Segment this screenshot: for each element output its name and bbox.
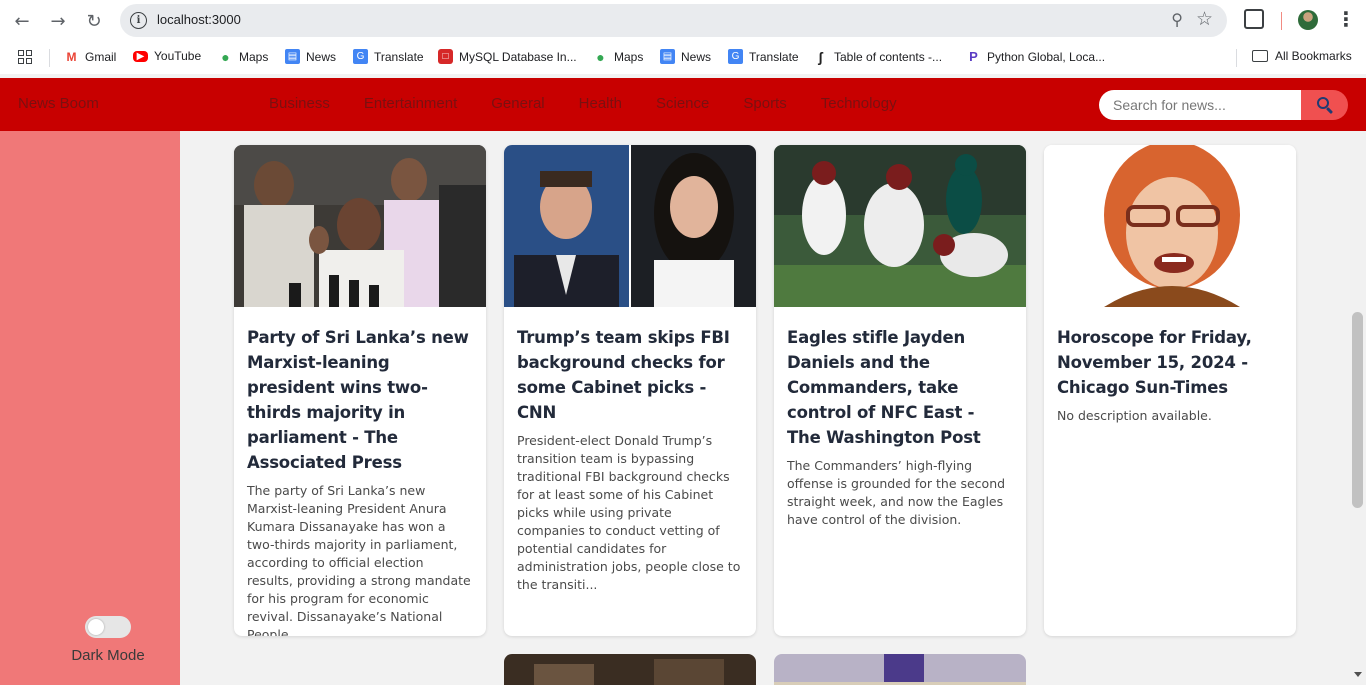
bookmark-label: Gmail <box>85 49 117 64</box>
bookmarks-divider-2 <box>1236 49 1237 67</box>
maps-icon: ● <box>218 49 233 65</box>
bookmark-translate-2[interactable]: G Translate <box>728 49 799 64</box>
search-icon <box>1316 97 1329 109</box>
maps-icon: ● <box>593 49 608 65</box>
article-description: The party of Sri Lanka’s new Marxist-lea… <box>247 483 471 636</box>
nav-science[interactable]: Science <box>656 95 709 112</box>
search-form <box>1099 90 1348 120</box>
nav-health[interactable]: Health <box>579 95 622 112</box>
bookmark-maps[interactable]: ● Maps <box>218 49 269 65</box>
article-description: No description available. <box>1057 408 1212 423</box>
bookmark-label: Maps <box>614 49 644 64</box>
article-image[interactable] <box>234 145 486 307</box>
browser-toolbar: ← → ↻ i localhost:3000 ⚲ ☆ ⋮ <box>0 0 1366 40</box>
app-navbar: News Boom Business Entertainment General… <box>0 78 1366 131</box>
bookmark-maps-2[interactable]: ● Maps <box>593 49 644 65</box>
nav-general[interactable]: General <box>491 95 544 112</box>
news-card[interactable]: Eagles stifle Jayden Daniels and the Com… <box>774 145 1026 636</box>
search-input[interactable] <box>1099 90 1309 120</box>
address-bar[interactable]: i localhost:3000 ⚲ ☆ <box>120 4 1227 37</box>
bookmark-label: Maps <box>239 49 269 64</box>
extensions-icon[interactable] <box>1244 9 1264 29</box>
news-icon: ▤ <box>660 49 675 64</box>
translate-icon: G <box>353 49 368 64</box>
reload-icon[interactable]: ↻ <box>81 8 107 34</box>
scrollbar-thumb[interactable] <box>1352 312 1363 508</box>
toolbar-divider <box>1281 12 1282 30</box>
news-icon: ▤ <box>285 49 300 64</box>
article-title[interactable]: Eagles stifle Jayden Daniels and the Com… <box>774 307 1026 450</box>
article-image[interactable] <box>1044 145 1296 307</box>
bookmarks-bar: M Gmail ▶ YouTube ● Maps ▤ News G Transl… <box>0 40 1366 74</box>
category-nav: Business Entertainment General Health Sc… <box>269 95 931 112</box>
bookmarks-divider <box>49 49 50 67</box>
bookmark-star-icon[interactable]: ☆ <box>1196 8 1213 30</box>
profile-avatar[interactable] <box>1298 10 1318 30</box>
bookmark-label: Translate <box>374 49 424 64</box>
bookmark-label: Translate <box>749 49 799 64</box>
article-image[interactable] <box>504 145 756 307</box>
article-title[interactable]: Party of Sri Lanka’s new Marxist-leaning… <box>234 307 486 475</box>
news-grid: Party of Sri Lanka’s new Marxist-leaning… <box>180 131 1350 685</box>
bookmark-label: Python Global, Loca... <box>987 49 1106 64</box>
bookmark-table-of-contents[interactable]: ʃ Table of contents -... <box>813 49 943 65</box>
bookmark-label: YouTube <box>154 49 202 63</box>
translate-icon: G <box>728 49 743 64</box>
article-description: The Commanders’ high-flying offense is g… <box>787 458 1006 527</box>
bookmark-label: MySQL Database In... <box>459 49 577 64</box>
nav-entertainment[interactable]: Entertainment <box>364 95 457 112</box>
news-card-peek[interactable] <box>504 654 756 685</box>
ship-icon: ʃ <box>813 49 828 65</box>
brand-logo[interactable]: News Boom <box>18 95 99 112</box>
dark-mode-toggle[interactable] <box>85 616 131 638</box>
search-button[interactable] <box>1301 90 1348 120</box>
url-text[interactable]: localhost:3000 <box>157 12 241 27</box>
bookmark-label: Table of contents -... <box>834 49 943 64</box>
scroll-down-arrow-icon[interactable] <box>1354 672 1362 677</box>
back-arrow-icon[interactable]: ← <box>9 8 35 34</box>
bookmark-translate[interactable]: G Translate <box>353 49 424 64</box>
nav-sports[interactable]: Sports <box>743 95 786 112</box>
bookmark-python-global[interactable]: P Python Global, Loca... <box>966 49 1105 64</box>
bookmark-news-2[interactable]: ▤ News <box>660 49 711 64</box>
bookmark-news[interactable]: ▤ News <box>285 49 336 64</box>
nav-business[interactable]: Business <box>269 95 330 112</box>
nav-technology[interactable]: Technology <box>821 95 897 112</box>
article-title[interactable]: Trump’s team skips FBI background checks… <box>504 307 756 425</box>
forward-arrow-icon[interactable]: → <box>45 8 71 34</box>
bookmark-youtube[interactable]: ▶ YouTube <box>133 49 201 63</box>
bookmark-label: News <box>681 49 712 64</box>
news-card[interactable]: Horoscope for Friday, November 15, 2024 … <box>1044 145 1296 636</box>
gmail-icon: M <box>64 49 79 64</box>
news-card[interactable]: Trump’s team skips FBI background checks… <box>504 145 756 636</box>
youtube-icon: ▶ <box>133 50 148 62</box>
all-bookmarks-button[interactable]: All Bookmarks <box>1252 49 1352 63</box>
news-card[interactable]: Party of Sri Lanka’s new Marxist-leaning… <box>234 145 486 636</box>
folder-icon <box>1252 50 1268 62</box>
menu-kebab-icon[interactable]: ⋮ <box>1336 7 1356 31</box>
sidebar: Dark Mode <box>0 131 180 685</box>
news-card-peek[interactable] <box>774 654 1026 685</box>
bookmark-label: News <box>306 49 337 64</box>
python-icon: P <box>966 49 981 64</box>
zoom-icon[interactable]: ⚲ <box>1171 10 1183 29</box>
article-image[interactable] <box>774 145 1026 307</box>
article-title[interactable]: Horoscope for Friday, November 15, 2024 … <box>1044 307 1296 400</box>
article-description: President-elect Donald Trump’s transitio… <box>517 433 741 592</box>
apps-grid-icon[interactable] <box>18 50 32 64</box>
all-bookmarks-label: All Bookmarks <box>1275 49 1352 63</box>
mysql-icon: □ <box>438 49 453 64</box>
site-info-icon[interactable]: i <box>130 12 147 29</box>
bookmark-gmail[interactable]: M Gmail <box>64 49 116 64</box>
bookmark-mysql[interactable]: □ MySQL Database In... <box>438 49 577 64</box>
